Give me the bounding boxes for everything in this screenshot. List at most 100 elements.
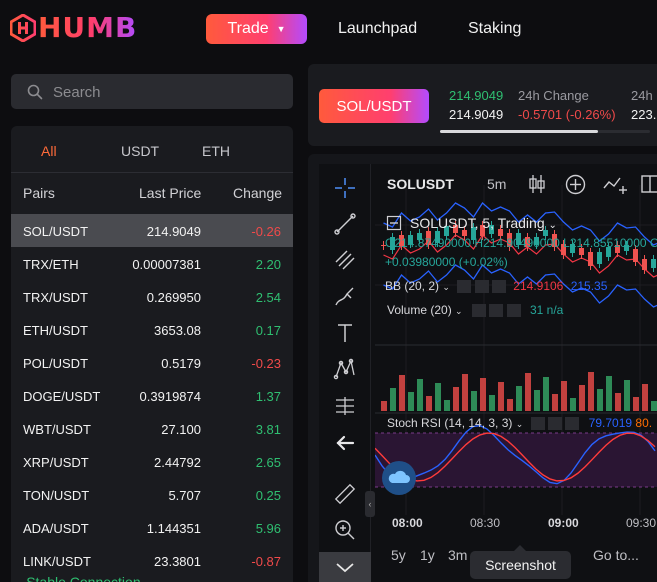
text-tool-icon[interactable] bbox=[333, 321, 357, 345]
rsi-d-value: 80. bbox=[635, 416, 653, 430]
volume-bars bbox=[381, 372, 657, 411]
candle-type-icon[interactable] bbox=[528, 174, 546, 194]
back-arrow-icon[interactable] bbox=[333, 431, 357, 455]
nav-trade-button[interactable]: Trade ▼ bbox=[206, 14, 307, 44]
search-input[interactable] bbox=[53, 82, 273, 102]
volume-bar bbox=[642, 384, 648, 411]
market-row[interactable]: TON/USDT 5.707 0.25 bbox=[11, 478, 293, 511]
market-row-price: 0.269950 bbox=[146, 290, 201, 305]
toolbar-collapse-handle[interactable]: ‹ bbox=[365, 491, 375, 517]
market-row[interactable]: ETH/USDT 3653.08 0.17 bbox=[11, 313, 293, 346]
market-row[interactable]: POL/USDT 0.5179 -0.23 bbox=[11, 346, 293, 379]
column-header-change[interactable]: Change bbox=[233, 185, 282, 201]
volume-bar bbox=[408, 392, 414, 411]
pattern-tool-icon[interactable] bbox=[333, 357, 357, 381]
column-header-last-price[interactable]: Last Price bbox=[139, 185, 201, 201]
collapse-legend-icon[interactable] bbox=[386, 215, 402, 231]
volume-bar bbox=[633, 397, 639, 411]
market-row[interactable]: WBT/USDT 27.100 3.81 bbox=[11, 412, 293, 445]
ticker-scrollbar-thumb[interactable] bbox=[440, 130, 598, 133]
volume-bar bbox=[606, 376, 612, 411]
range-3m-button[interactable]: 3m bbox=[448, 547, 467, 563]
visibility-icon[interactable] bbox=[530, 417, 545, 431]
market-row-change: -0.87 bbox=[251, 554, 281, 569]
ticker-next-label: 24h bbox=[631, 88, 653, 103]
go-to-date-button[interactable]: Go to... bbox=[593, 547, 639, 563]
nav-staking-link[interactable]: Staking bbox=[468, 20, 521, 38]
zoom-in-icon[interactable] bbox=[333, 518, 357, 542]
volume-bar bbox=[534, 390, 540, 411]
interval-selector[interactable]: 5m bbox=[487, 176, 506, 192]
market-row-pair: XRP/USDT bbox=[23, 455, 89, 470]
indicators-icon[interactable] bbox=[603, 174, 629, 195]
settings-icon[interactable] bbox=[474, 280, 489, 294]
rsi-legend[interactable]: Stoch RSI (14, 14, 3, 3) ⌄ 79.7019 80. bbox=[387, 416, 653, 431]
remove-icon[interactable] bbox=[491, 280, 506, 294]
market-row[interactable]: TRX/ETH 0.00007381 2.20 bbox=[11, 247, 293, 280]
brush-icon[interactable] bbox=[333, 284, 357, 308]
volume-bar bbox=[435, 383, 441, 411]
series-title[interactable]: SOLUSDT, 5, Trading ⌄ bbox=[410, 215, 557, 231]
market-row-change: -0.23 bbox=[251, 356, 281, 371]
volume-bar bbox=[489, 395, 495, 411]
volume-bar bbox=[390, 388, 396, 411]
ticker-next-value: 223.1 bbox=[631, 107, 657, 122]
prediction-tool-icon[interactable] bbox=[333, 394, 357, 418]
candle bbox=[597, 252, 602, 264]
visibility-icon[interactable] bbox=[457, 280, 472, 294]
nav-launchpad-link[interactable]: Launchpad bbox=[338, 20, 417, 38]
brand-logo[interactable]: HUMB bbox=[10, 13, 137, 43]
chart-symbol[interactable]: SOLUSDT bbox=[387, 176, 454, 192]
trend-line-icon[interactable] bbox=[333, 212, 357, 236]
settings-icon[interactable] bbox=[547, 417, 562, 431]
volume-bar bbox=[417, 379, 423, 411]
market-row[interactable]: SOL/USDT 214.9049 -0.26 bbox=[11, 214, 293, 247]
market-row-change: 3.81 bbox=[255, 422, 281, 437]
add-indicator-icon[interactable] bbox=[565, 174, 586, 195]
market-row[interactable]: DOGE/USDT 0.3919874 1.37 bbox=[11, 379, 293, 412]
column-header-pairs[interactable]: Pairs bbox=[23, 185, 55, 201]
tab-usdt[interactable]: USDT bbox=[121, 143, 159, 159]
bb-legend[interactable]: BB (20, 2) ⌄ 214.9106 215.35 bbox=[385, 279, 607, 294]
market-row-change: 2.20 bbox=[255, 257, 281, 272]
settings-icon[interactable] bbox=[489, 304, 504, 318]
market-row-pair: SOL/USDT bbox=[23, 224, 89, 239]
search-box[interactable] bbox=[11, 74, 293, 109]
remove-icon[interactable] bbox=[565, 417, 580, 431]
volume-bar bbox=[444, 400, 450, 411]
tradingview-badge[interactable] bbox=[382, 461, 416, 495]
remove-icon[interactable] bbox=[506, 304, 521, 318]
market-row-price: 0.3919874 bbox=[139, 389, 201, 404]
hexagon-logo-icon bbox=[10, 14, 36, 42]
price-chart[interactable] bbox=[375, 185, 657, 515]
market-row[interactable]: ADA/USDT 1.144351 5.96 bbox=[11, 511, 293, 544]
crosshair-icon[interactable] bbox=[333, 176, 357, 200]
volume-bar bbox=[399, 375, 405, 411]
market-row[interactable]: XRP/USDT 2.44792 2.65 bbox=[11, 445, 293, 478]
range-1y-button[interactable]: 1y bbox=[420, 547, 435, 563]
volume-bar bbox=[462, 374, 468, 411]
market-row-price: 214.9049 bbox=[146, 224, 201, 239]
market-row[interactable]: TRX/USDT 0.269950 2.54 bbox=[11, 280, 293, 313]
pair-selector-button[interactable]: SOL/USDT bbox=[319, 89, 429, 123]
tab-eth[interactable]: ETH bbox=[202, 143, 230, 159]
volume-bar bbox=[507, 399, 513, 411]
market-row[interactable]: LINK/USDT 23.3801 -0.87 bbox=[11, 544, 293, 577]
fib-channel-icon[interactable] bbox=[333, 248, 357, 272]
chevron-down-icon: ⌄ bbox=[548, 220, 557, 231]
volume-legend[interactable]: Volume (20) ⌄ 31 n/a bbox=[387, 303, 563, 318]
range-5y-button[interactable]: 5y bbox=[391, 547, 406, 563]
market-row-change: -0.26 bbox=[251, 224, 281, 239]
toolbar-expand-button[interactable] bbox=[319, 552, 371, 582]
rsi-band bbox=[375, 433, 657, 487]
market-row-pair: WBT/USDT bbox=[23, 422, 91, 437]
candle bbox=[588, 252, 593, 266]
delta-readout: +0.03980000 (+0.02%) bbox=[385, 255, 508, 269]
cloud-icon bbox=[388, 470, 410, 483]
visibility-icon[interactable] bbox=[471, 304, 486, 318]
layout-icon[interactable] bbox=[641, 174, 657, 195]
tab-all[interactable]: All bbox=[41, 143, 57, 159]
ruler-icon[interactable] bbox=[333, 482, 357, 506]
ticker-scrollbar[interactable] bbox=[440, 130, 650, 133]
volume-bar bbox=[525, 373, 531, 411]
